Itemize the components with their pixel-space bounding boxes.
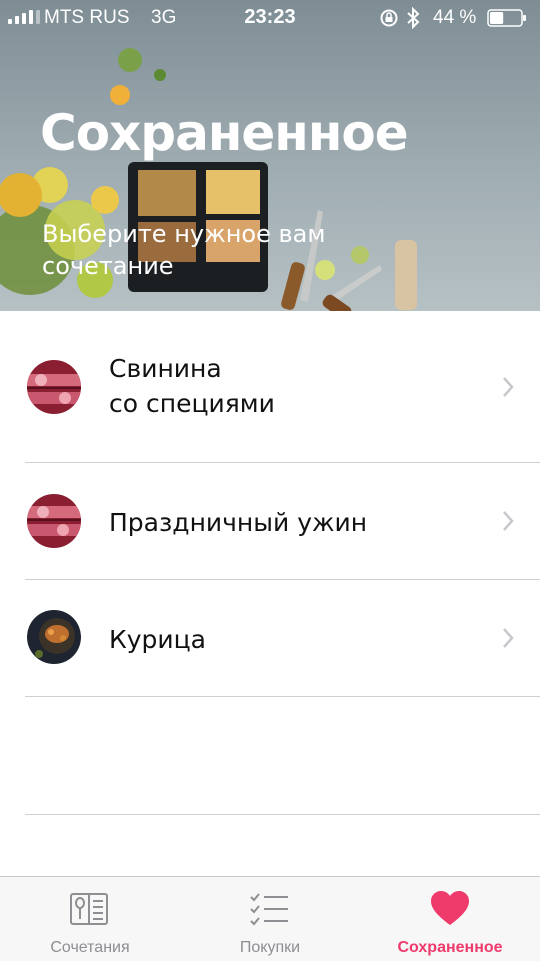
battery-percentage: 44 %	[433, 7, 477, 28]
chicken-dish-thumbnail	[27, 610, 81, 664]
saved-item-label: Свинина со специями	[109, 354, 275, 418]
tab-shopping[interactable]: Покупки	[180, 877, 360, 961]
rotation-lock-icon	[380, 9, 398, 27]
saved-item[interactable]: Праздничный ужин	[0, 463, 540, 580]
page-title: Сохраненное	[40, 104, 409, 162]
tab-label: Сочетания	[50, 939, 130, 956]
saved-item[interactable]: Курица	[0, 580, 540, 697]
chevron-right-icon	[503, 511, 514, 531]
pork-dish-thumbnail	[27, 360, 81, 414]
page-subtitle: Выберите нужное вам сочетание	[42, 220, 326, 280]
tab-saved[interactable]: Сохраненное	[360, 877, 540, 961]
pork-dish-thumbnail	[27, 494, 81, 548]
status-bar: MTS RUS 3G 23:23 44 %	[0, 0, 540, 36]
chevron-right-icon	[503, 377, 514, 397]
tab-combinations[interactable]: Сочетания	[0, 877, 180, 961]
tab-label: Сохраненное	[397, 939, 503, 956]
heart-icon	[431, 891, 469, 925]
tab-bar: Сочетания Покупки Сохраненное	[0, 876, 540, 961]
saved-item-label: Курица	[109, 625, 206, 654]
saved-item[interactable]: Свинина со специями	[0, 311, 540, 463]
battery-icon	[487, 9, 526, 27]
saved-item-label: Праздничный ужин	[109, 508, 368, 537]
tab-label: Покупки	[239, 939, 301, 956]
recipe-book-icon	[70, 893, 108, 925]
list-divider	[25, 814, 540, 815]
bluetooth-icon	[407, 7, 420, 29]
checklist-icon	[250, 893, 288, 926]
hero-banner: MTS RUS 3G 23:23 44 % Сохраненное Выбери…	[0, 0, 540, 311]
list-divider	[25, 696, 540, 697]
chevron-right-icon	[503, 628, 514, 648]
